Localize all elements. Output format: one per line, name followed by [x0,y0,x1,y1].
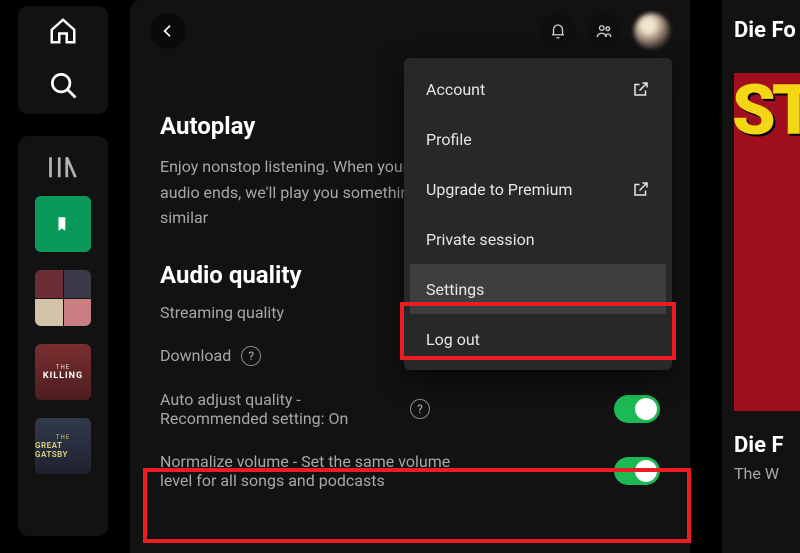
playlist-art-3[interactable]: THE GREAT GATSBY [35,418,91,474]
menu-profile[interactable]: Profile [410,114,666,164]
art2-main: KILLING [43,371,83,381]
art3-top: THE [56,434,70,441]
back-button[interactable] [150,13,186,49]
art3-main: GREAT GATSBY [35,441,91,459]
menu-logout[interactable]: Log out [410,314,666,364]
menu-upgrade[interactable]: Upgrade to Premium [410,164,666,214]
auto-adjust-label: Auto adjust quality - Recommended settin… [160,390,400,428]
rail-top-group [18,6,108,114]
menu-account[interactable]: Account [410,64,666,114]
external-link-icon [632,180,650,198]
normalize-toggle[interactable] [614,457,660,485]
art2-top: THE [56,364,70,371]
now-playing-track[interactable]: Die F [734,433,800,458]
normalize-row: Normalize volume - Set the same volume l… [160,452,660,490]
external-link-icon [632,80,650,98]
auto-adjust-row: Auto adjust quality - Recommended settin… [160,390,660,428]
now-playing-section-title: Die Fo [734,18,800,43]
liked-songs-tile[interactable] [35,196,91,252]
menu-profile-label: Profile [426,130,472,149]
menu-settings-label: Settings [426,280,484,299]
profile-avatar[interactable] [634,13,670,49]
playlist-art-2[interactable]: THE KILLING [35,344,91,400]
cover-text: ST [732,83,800,139]
library-icon[interactable] [48,156,78,178]
home-icon[interactable] [48,16,78,46]
friends-icon[interactable] [586,13,622,49]
library-group: THE KILLING THE GREAT GATSBY [18,136,108,536]
left-rail: THE KILLING THE GREAT GATSBY [18,6,108,546]
menu-account-label: Account [426,80,485,99]
menu-settings[interactable]: Settings [410,264,666,314]
now-playing-cover[interactable]: ST [734,73,800,411]
notifications-icon[interactable] [540,13,576,49]
now-playing-artist[interactable]: The W [734,464,800,483]
menu-private-label: Private session [426,230,535,249]
profile-menu: Account Profile Upgrade to Premium Priva… [404,58,672,370]
top-bar [130,0,690,62]
search-icon[interactable] [48,70,78,100]
help-icon[interactable]: ? [241,346,261,366]
menu-upgrade-label: Upgrade to Premium [426,180,572,199]
menu-private-session[interactable]: Private session [410,214,666,264]
auto-adjust-toggle[interactable] [614,395,660,423]
help-icon[interactable]: ? [410,399,430,419]
menu-logout-label: Log out [426,330,480,349]
autoplay-description: Enjoy nonstop listening. When your audio… [160,154,420,231]
now-playing-panel: Die Fo ST Die F The W [722,0,800,553]
download-label: Download [160,346,231,365]
playlist-art-1[interactable] [35,270,91,326]
normalize-label: Normalize volume - Set the same volume l… [160,452,460,490]
